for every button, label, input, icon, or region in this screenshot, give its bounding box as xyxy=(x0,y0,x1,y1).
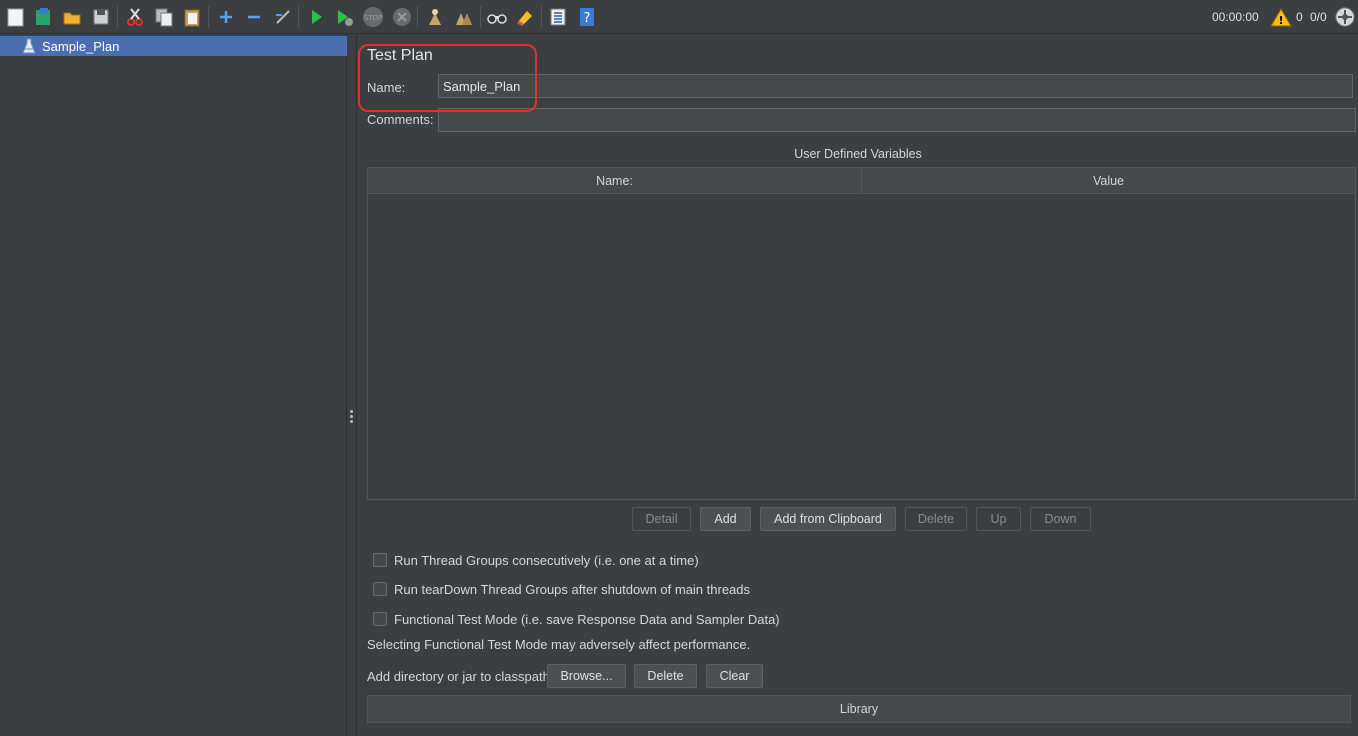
checkbox-label: Run tearDown Thread Groups after shutdow… xyxy=(394,581,751,597)
library-column-header[interactable]: Library xyxy=(367,695,1351,723)
svg-text:?: ? xyxy=(584,11,591,26)
warning-count: 0 xyxy=(1296,10,1303,24)
browse-button[interactable]: Browse... xyxy=(547,664,626,688)
function-helper-icon[interactable] xyxy=(547,6,569,28)
delete-variable-button[interactable]: Delete xyxy=(905,507,967,531)
column-header-value[interactable]: Value xyxy=(862,168,1355,194)
name-field[interactable] xyxy=(438,74,1353,98)
functional-mode-note: Selecting Functional Test Mode may adver… xyxy=(367,637,751,652)
clear-icon[interactable] xyxy=(424,6,446,28)
functional-test-mode-option[interactable]: Functional Test Mode (i.e. save Response… xyxy=(373,610,780,628)
tree-item-label: Sample_Plan xyxy=(42,39,120,54)
udv-title: User Defined Variables xyxy=(794,147,922,161)
stop-icon[interactable]: STOP xyxy=(362,6,384,28)
templates-icon[interactable] xyxy=(32,6,54,28)
new-icon[interactable] xyxy=(5,6,27,28)
cut-icon[interactable] xyxy=(124,6,146,28)
column-header-name[interactable]: Name: xyxy=(368,168,862,194)
delete-classpath-button[interactable]: Delete xyxy=(634,664,697,688)
timer: 00:00:00 xyxy=(1212,10,1259,24)
remote-status-icon[interactable] xyxy=(1334,6,1356,28)
start-no-pauses-icon[interactable] xyxy=(333,6,355,28)
svg-text:STOP: STOP xyxy=(364,14,382,22)
checkbox-label: Functional Test Mode (i.e. save Response… xyxy=(394,611,780,627)
functional-test-mode-checkbox[interactable] xyxy=(373,612,387,626)
clear-all-icon[interactable] xyxy=(453,6,475,28)
run-teardown-option[interactable]: Run tearDown Thread Groups after shutdow… xyxy=(373,580,750,598)
start-icon[interactable] xyxy=(305,6,327,28)
run-teardown-checkbox[interactable] xyxy=(373,582,387,596)
run-consecutively-checkbox[interactable] xyxy=(373,553,387,567)
expand-icon[interactable] xyxy=(215,6,237,28)
test-plan-icon xyxy=(22,38,36,54)
checkbox-label: Run Thread Groups consecutively (i.e. on… xyxy=(394,552,699,568)
tree-item-sample-plan[interactable]: Sample_Plan xyxy=(0,36,347,56)
test-plan-panel: Test Plan Name: Comments: User Defined V… xyxy=(358,34,1358,736)
toolbar: STOP ? 00:00:00 ! 0 0/0 xyxy=(0,0,1358,34)
udv-table: Name: Value xyxy=(367,167,1356,500)
search-icon[interactable] xyxy=(486,6,508,28)
shutdown-icon[interactable] xyxy=(391,6,413,28)
paste-icon[interactable] xyxy=(181,6,203,28)
name-label: Name: xyxy=(367,80,406,95)
up-button[interactable]: Up xyxy=(976,507,1021,531)
clear-classpath-button[interactable]: Clear xyxy=(706,664,763,688)
classpath-label: Add directory or jar to classpath xyxy=(367,669,550,684)
add-from-clipboard-button[interactable]: Add from Clipboard xyxy=(760,507,896,531)
down-button[interactable]: Down xyxy=(1030,507,1091,531)
collapse-icon[interactable] xyxy=(243,6,265,28)
thread-count: 0/0 xyxy=(1310,10,1327,24)
save-icon[interactable] xyxy=(90,6,112,28)
split-pane-divider[interactable] xyxy=(347,34,357,736)
test-plan-tree: Sample_Plan xyxy=(0,34,347,736)
toggle-icon[interactable] xyxy=(272,6,294,28)
run-consecutively-option[interactable]: Run Thread Groups consecutively (i.e. on… xyxy=(373,551,699,569)
detail-button[interactable]: Detail xyxy=(632,507,691,531)
help-icon[interactable]: ? xyxy=(576,6,598,28)
svg-text:!: ! xyxy=(1278,14,1283,27)
splitter-grip-icon[interactable] xyxy=(350,410,353,424)
open-icon[interactable] xyxy=(61,6,83,28)
warning-icon[interactable]: ! xyxy=(1270,6,1292,28)
comments-label: Comments: xyxy=(367,112,434,127)
add-button[interactable]: Add xyxy=(700,507,751,531)
copy-icon[interactable] xyxy=(153,6,175,28)
panel-title: Test Plan xyxy=(367,47,433,64)
comments-field[interactable] xyxy=(438,108,1356,132)
reset-search-icon[interactable] xyxy=(514,6,536,28)
